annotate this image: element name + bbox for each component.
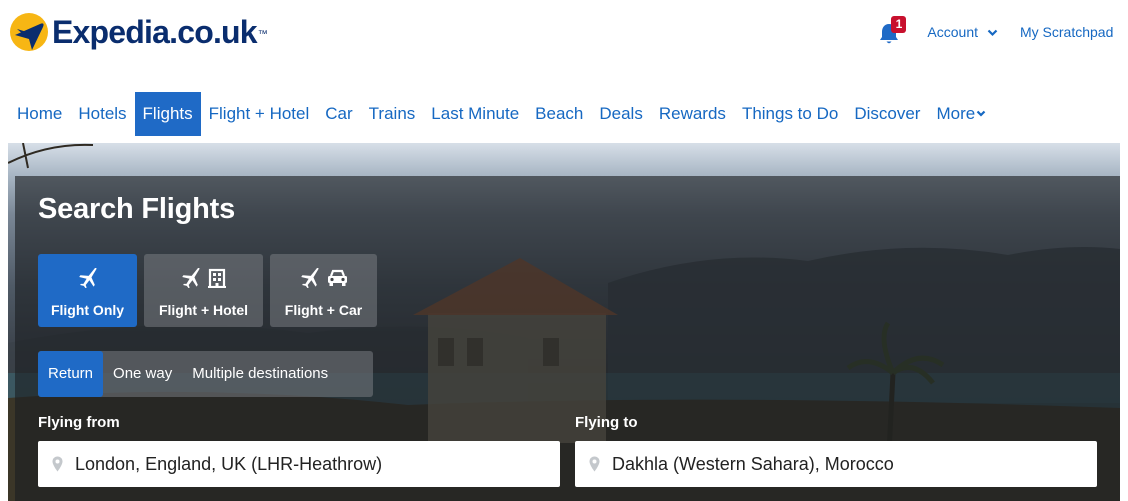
search-title: Search Flights [38,193,236,225]
location-pin-icon [589,456,600,472]
logo-plane-icon [10,13,48,51]
hero-banner: Search Flights Flight Only Flight + Hote… [8,143,1120,501]
nav-hotels[interactable]: Hotels [70,92,134,136]
flight-only-button[interactable]: Flight Only [38,254,137,327]
nav-things-to-do[interactable]: Things to Do [734,92,846,136]
plane-icon [78,268,97,288]
nav-more[interactable]: More [928,92,994,136]
nav-rewards[interactable]: Rewards [651,92,734,136]
flying-from-input[interactable] [75,453,560,475]
nav-home[interactable]: Home [9,92,70,136]
trip-multi-destination-option[interactable]: Multiple destinations [182,351,338,397]
car-icon [327,269,347,286]
header-actions: 1 Account My Scratchpad [875,12,1128,52]
scratchpad-link[interactable]: My Scratchpad [1020,24,1128,40]
product-selector: Flight Only Flight + Hotel Flight + Car [38,254,384,327]
account-menu[interactable]: Account [927,24,998,40]
logo-trademark: ™ [257,29,268,40]
main-nav: Home Hotels Flights Flight + Hotel Car T… [0,92,1128,136]
expedia-logo[interactable]: Expedia.co.uk ™ [10,12,268,52]
nav-last-minute[interactable]: Last Minute [423,92,527,136]
flying-from-field[interactable] [38,441,560,487]
nav-discover[interactable]: Discover [846,92,928,136]
logo-text: Expedia.co.uk [52,14,258,50]
flying-from-label: Flying from [38,414,120,431]
flight-hotel-button[interactable]: Flight + Hotel [144,254,263,327]
notification-badge: 1 [891,16,907,33]
chevron-down-icon [976,110,986,117]
account-label: Account [927,24,978,40]
nav-beach[interactable]: Beach [527,92,591,136]
chevron-down-icon [987,29,998,36]
site-header: Expedia.co.uk ™ 1 Account My Scratchpad [0,0,1128,88]
flying-to-input[interactable] [612,453,1097,475]
hotel-icon [208,268,226,288]
trip-return-option[interactable]: Return [38,351,104,397]
nav-flight-hotel[interactable]: Flight + Hotel [201,92,318,136]
trip-one-way-option[interactable]: One way [103,351,182,397]
plane-icon [182,268,200,288]
flight-car-label: Flight + Car [284,302,363,318]
nav-car[interactable]: Car [317,92,360,136]
flight-hotel-label: Flight + Hotel [158,302,249,318]
flight-search-panel: Search Flights Flight Only Flight + Hote… [15,176,1120,501]
notifications-button[interactable]: 1 [875,16,907,47]
trip-type-toggle: Return One way Multiple destinations [38,351,373,397]
location-pin-icon [52,456,63,472]
nav-trains[interactable]: Trains [361,92,424,136]
flying-to-label: Flying to [575,414,638,431]
flying-to-field[interactable] [575,441,1097,487]
nav-deals[interactable]: Deals [591,92,650,136]
flight-car-button[interactable]: Flight + Car [270,254,377,327]
plane-icon [300,268,319,288]
nav-more-label: More [936,104,976,123]
flight-only-label: Flight Only [50,302,125,318]
nav-flights[interactable]: Flights [134,92,201,136]
